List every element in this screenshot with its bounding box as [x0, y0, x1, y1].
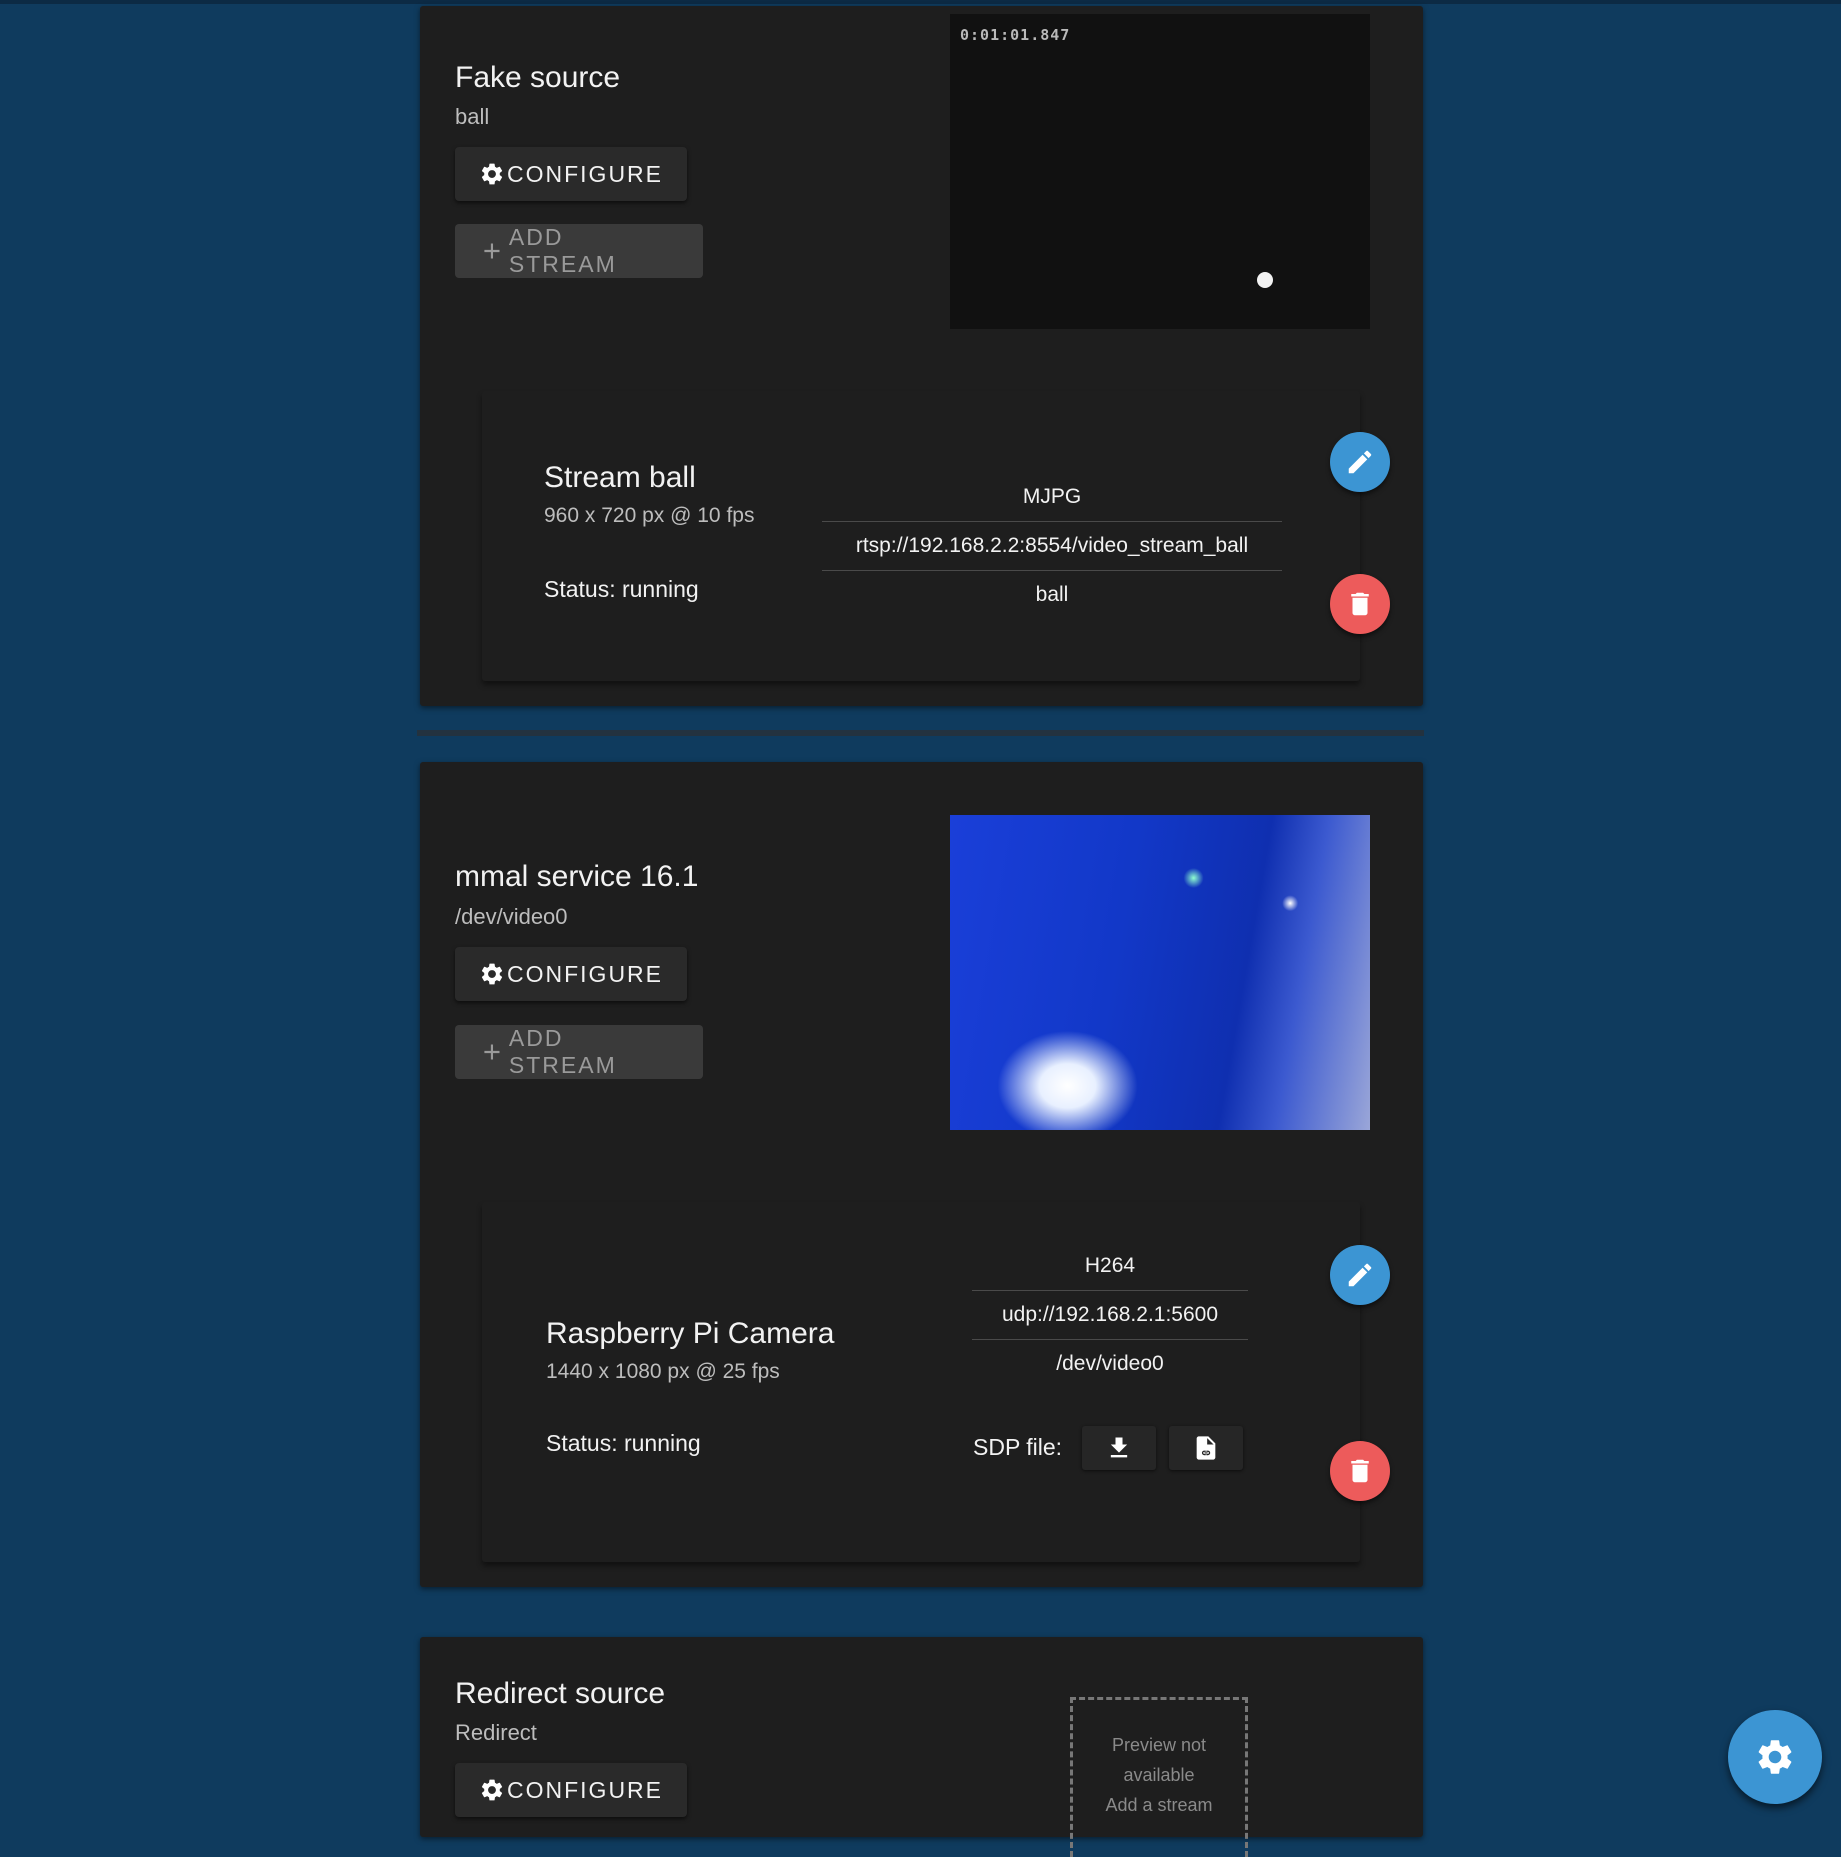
source-title: Redirect source	[455, 1677, 666, 1710]
camera-preview	[950, 815, 1370, 1130]
stream-title: Raspberry Pi Camera	[546, 1317, 835, 1350]
stream-card: Raspberry Pi Camera 1440 x 1080 px @ 25 …	[482, 1202, 1360, 1562]
stream-info: 960 x 720 px @ 10 fps	[544, 504, 755, 527]
stream-preview: 0:01:01.847	[950, 14, 1370, 329]
preview-timestamp: 0:01:01.847	[960, 26, 1071, 44]
no-preview-line2: available	[1123, 1765, 1195, 1785]
stream-card: Stream ball 960 x 720 px @ 10 fps Status…	[482, 391, 1360, 681]
add-stream-label: ADD STREAM	[508, 1025, 617, 1078]
edit-stream-button[interactable]	[1330, 1245, 1390, 1305]
top-bar	[0, 0, 1841, 4]
download-icon	[1110, 1437, 1128, 1458]
plus-icon	[484, 1044, 500, 1060]
pencil-icon	[1348, 1263, 1372, 1287]
source-card-mmal: mmal service 16.1 /dev/video0 CONFIGURE …	[420, 762, 1423, 1587]
add-stream-label: ADD STREAM	[508, 224, 617, 277]
plus-icon	[484, 243, 500, 259]
no-preview-line1: Preview not	[1111, 1735, 1207, 1755]
configure-button[interactable]: CONFIGURE	[455, 147, 687, 201]
gear-icon	[481, 163, 503, 185]
source-subtitle: ball	[455, 104, 490, 129]
stream-info: 1440 x 1080 px @ 25 fps	[546, 1360, 780, 1383]
gear-icon	[481, 963, 503, 985]
trash-icon	[1351, 592, 1369, 616]
delete-stream-button[interactable]	[1330, 1441, 1390, 1501]
configure-button[interactable]: CONFIGURE	[455, 947, 687, 1001]
stream-status: Status: running	[544, 576, 699, 602]
source-card-redirect: Redirect source Redirect CONFIGURE Previ…	[420, 1637, 1423, 1857]
configure-label: CONFIGURE	[507, 160, 663, 187]
configure-button[interactable]: CONFIGURE	[455, 1763, 687, 1817]
stream-endpoint: rtsp://192.168.2.2:8554/video_stream_bal…	[822, 522, 1282, 571]
delete-stream-button[interactable]	[1330, 574, 1390, 634]
source-title: Fake source	[455, 61, 621, 94]
stream-device: /dev/video0	[1056, 1352, 1164, 1375]
preview-ball	[1257, 272, 1273, 288]
stream-status: Status: running	[546, 1430, 701, 1456]
configure-label: CONFIGURE	[507, 960, 663, 987]
no-preview-placeholder: Preview not available Add a stream	[1070, 1697, 1248, 1857]
settings-fab[interactable]	[1728, 1710, 1822, 1804]
sdp-download-button[interactable]	[1082, 1426, 1156, 1470]
trash-icon	[1351, 1459, 1369, 1483]
gear-icon	[1758, 1740, 1792, 1774]
source-title: mmal service 16.1	[455, 860, 699, 893]
stream-details: MJPG rtsp://192.168.2.2:8554/video_strea…	[822, 473, 1282, 619]
divider	[417, 730, 1424, 736]
sdp-file-label: SDP file:	[973, 1434, 1063, 1460]
pencil-icon	[1348, 450, 1372, 474]
stream-encode: MJPG	[822, 473, 1282, 522]
file-link-icon	[1196, 1436, 1216, 1460]
source-subtitle: Redirect	[455, 1720, 537, 1745]
no-preview-line3: Add a stream	[1105, 1795, 1213, 1815]
add-stream-button[interactable]: ADD STREAM	[455, 1025, 703, 1079]
stream-encode: H264	[972, 1242, 1248, 1291]
add-stream-button[interactable]: ADD STREAM	[455, 224, 703, 278]
stream-endpoint: udp://192.168.2.1:5600	[972, 1291, 1248, 1340]
source-subtitle: /dev/video0	[455, 904, 568, 929]
source-card-fake: Fake source ball CONFIGURE ADD STREAM 0:…	[420, 6, 1423, 706]
configure-label: CONFIGURE	[507, 1776, 663, 1803]
gear-icon	[481, 1779, 503, 1801]
edit-stream-button[interactable]	[1330, 432, 1390, 492]
stream-title: Stream ball	[544, 461, 696, 494]
sdp-link-button[interactable]	[1169, 1426, 1243, 1470]
stream-details: H264 udp://192.168.2.1:5600 /dev/video0	[972, 1242, 1248, 1388]
stream-device: ball	[1035, 583, 1069, 606]
